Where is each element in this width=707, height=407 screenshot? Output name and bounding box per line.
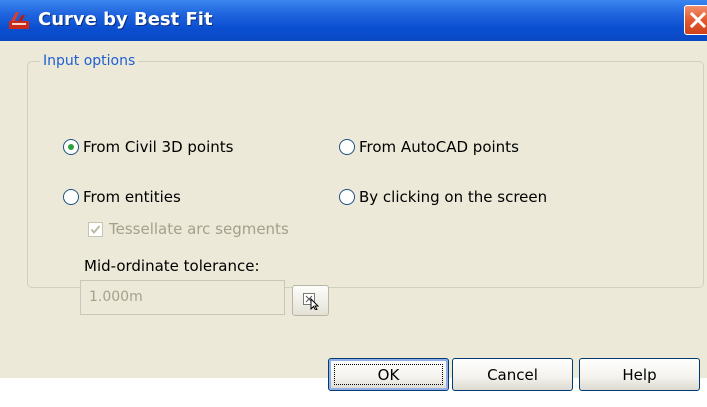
ok-button[interactable]: OK	[328, 358, 449, 391]
cancel-button[interactable]: Cancel	[452, 358, 573, 391]
mid-ordinate-tolerance-input[interactable]: 1.000m	[80, 280, 285, 315]
radio-label: From entities	[83, 188, 181, 206]
input-options-legend: Input options	[40, 52, 139, 70]
cancel-label: Cancel	[487, 365, 538, 384]
radio-label: From Civil 3D points	[83, 138, 234, 156]
radio-button-selected[interactable]	[63, 139, 79, 155]
radio-from-civil3d-points[interactable]: From Civil 3D points	[63, 137, 233, 157]
radio-label: By clicking on the screen	[359, 188, 548, 206]
radio-button[interactable]	[63, 189, 79, 205]
help-label: Help	[622, 365, 657, 384]
close-x-icon	[689, 12, 707, 28]
checkmark-icon	[90, 224, 101, 234]
civil3d-app-icon	[9, 12, 29, 29]
radio-label: From AutoCAD points	[359, 138, 519, 156]
window-title: Curve by Best Fit	[38, 9, 213, 30]
help-button[interactable]: Help	[579, 358, 700, 391]
radio-from-autocad-points[interactable]: From AutoCAD points	[339, 137, 519, 157]
radio-button[interactable]	[339, 139, 355, 155]
pick-from-drawing-icon	[303, 293, 320, 310]
input-options-group: Input options	[27, 52, 704, 288]
ok-label: OK	[377, 365, 400, 384]
tessellate-label: Tessellate arc segments	[109, 220, 289, 238]
tessellate-checkbox[interactable]	[88, 221, 103, 237]
radio-by-clicking-on-screen[interactable]: By clicking on the screen	[339, 187, 547, 207]
mid-ordinate-tolerance-label: Mid-ordinate tolerance:	[84, 257, 260, 275]
radio-from-entities[interactable]: From entities	[63, 187, 181, 207]
pick-tolerance-button[interactable]	[292, 285, 329, 316]
radio-button[interactable]	[339, 189, 355, 205]
tessellate-arc-segments-checkbox-row[interactable]: Tessellate arc segments	[88, 219, 289, 239]
radio-selected-dot	[68, 144, 74, 150]
close-button[interactable]	[684, 5, 707, 35]
title-bar[interactable]: Curve by Best Fit	[0, 0, 707, 41]
